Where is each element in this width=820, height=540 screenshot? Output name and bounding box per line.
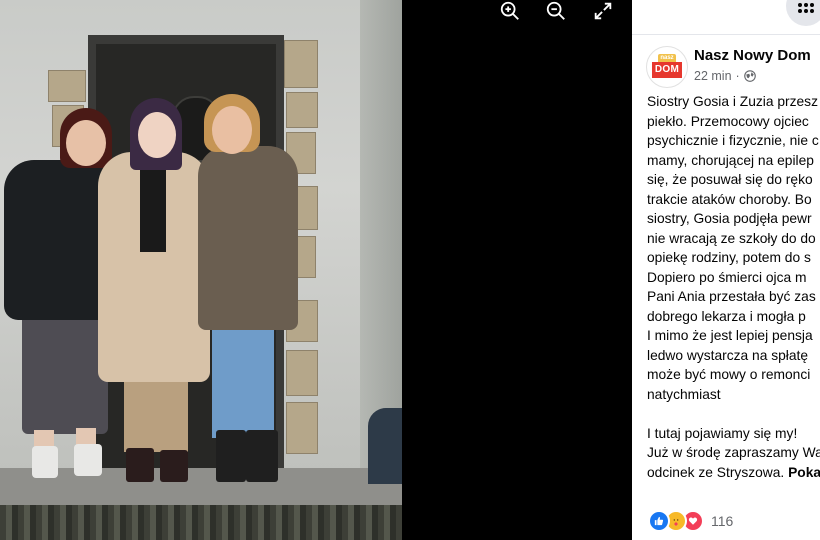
sidebar-header — [632, 0, 820, 35]
post-text-line: Pani Ania przestała być zas — [647, 289, 816, 304]
page-name-link[interactable]: Nasz Nowy Dom — [694, 47, 811, 64]
post-text-line: mamy, chorującej na epilep — [647, 152, 814, 168]
post-meta: 22 min · — [694, 69, 756, 83]
grid-menu-icon[interactable] — [786, 0, 820, 26]
stone-block — [286, 350, 318, 396]
post-text-line: Już w środę zapraszamy Wa — [647, 445, 820, 460]
post-text-line: I tutaj pojawiamy się my! — [647, 425, 798, 441]
post-text-line: dobrego lekarza i mogła p — [647, 308, 806, 324]
reaction-count[interactable]: 116 — [711, 513, 733, 529]
stone-block — [48, 70, 86, 102]
ground — [0, 505, 402, 540]
avatar[interactable]: nasz DOM — [646, 46, 688, 88]
avatar-logo-top: nasz — [658, 54, 676, 62]
vent — [368, 408, 402, 484]
post-text: Siostry Gosia i Zuzia przesz piekło. Prz… — [647, 92, 820, 482]
post-text-line: trakcie ataków choroby. Bo — [647, 191, 812, 207]
post-sidebar: nasz DOM Nasz Nowy Dom 22 min · Siostry … — [632, 0, 820, 540]
fullscreen-icon[interactable] — [589, 0, 617, 22]
post-time[interactable]: 22 min — [694, 69, 732, 83]
post-text-fragment: odcinek ze Stryszowa. — [647, 464, 789, 480]
globe-icon — [743, 70, 756, 82]
reactions-bar[interactable]: 116 — [648, 510, 733, 532]
post-text-line: I mimo że jest lepiej pensja — [647, 328, 813, 343]
post-text-line: odcinek ze Stryszowa. Poka — [647, 463, 820, 483]
post-text-line: siostry, Gosia podjęła pewr — [647, 211, 812, 226]
post-text-bold: Poka — [788, 464, 820, 480]
post-text-line: psychicznie i fizycznie, nie c — [647, 133, 819, 148]
avatar-logo-bottom: DOM — [652, 62, 682, 78]
post-photo — [0, 0, 402, 540]
stone-block — [286, 92, 318, 128]
post-text-line: opiekę rodziny, potem do s — [647, 250, 811, 265]
post-text-line: piekło. Przemocowy ojciec — [647, 113, 809, 129]
stone-block — [284, 40, 318, 88]
post-text-line: Siostry Gosia i Zuzia przesz — [647, 94, 818, 109]
post-text-line: się, że posuwał się do ręko — [647, 172, 813, 187]
post-text-line: natychmiast — [647, 386, 721, 402]
post-text-line: ledwo wystarcza na spłatę — [647, 347, 809, 363]
post-text-line: może być mowy o remonci — [647, 367, 811, 382]
post-text-line: Dopiero po śmierci ojca m — [647, 269, 807, 285]
zoom-in-icon[interactable] — [496, 0, 524, 22]
wall-shadow — [360, 0, 402, 470]
meta-separator: · — [735, 69, 740, 83]
post-text-line: nie wracają ze szkoły do do — [647, 230, 816, 246]
photo-viewer — [0, 0, 632, 540]
zoom-out-icon[interactable] — [542, 0, 570, 22]
stone-block — [286, 402, 318, 454]
like-icon — [648, 510, 670, 532]
doorstep — [0, 468, 402, 508]
